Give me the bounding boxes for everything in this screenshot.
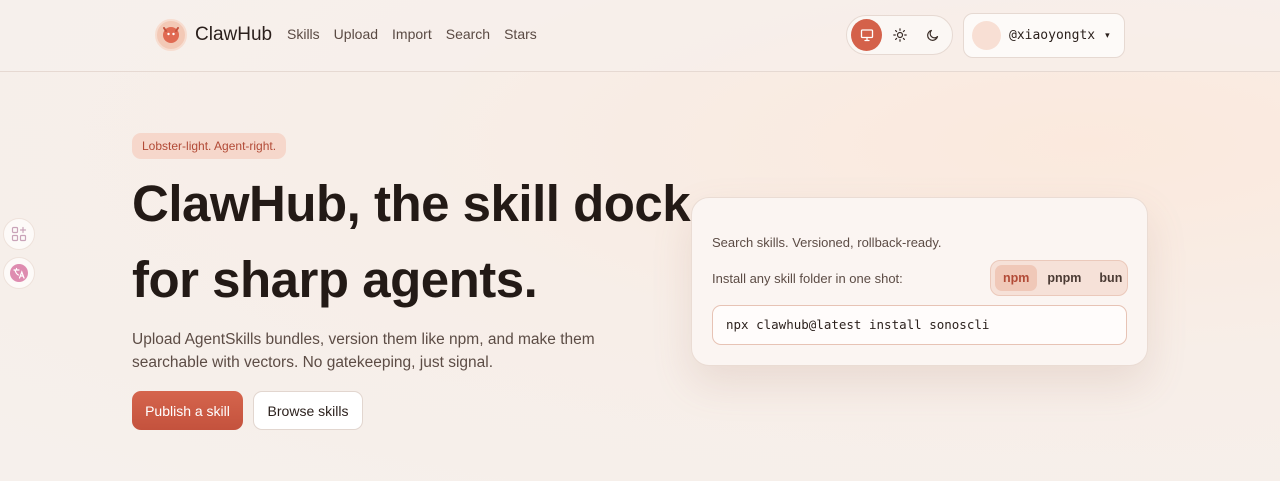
top-header: ClawHub Skills Upload Import Search Star… [0, 0, 1280, 72]
theme-dark-button[interactable] [917, 19, 948, 51]
brand-name: ClawHub [195, 24, 273, 45]
hero-title-line-2: for sharp agents. [132, 251, 538, 308]
side-translate-button[interactable] [3, 257, 35, 289]
install-command[interactable]: npx clawhub@latest install sonoscli [712, 305, 1127, 345]
theme-light-button[interactable] [884, 19, 915, 51]
nav-import[interactable]: Import [392, 26, 432, 42]
apps-sparkle-icon [11, 226, 27, 242]
nav-skills[interactable]: Skills [287, 26, 320, 42]
translate-icon [10, 264, 28, 282]
package-manager-tabs: npm pnpm bun [990, 260, 1128, 296]
hero-badge: Lobster-light. Agent-right. [132, 133, 287, 159]
brand-link[interactable]: ClawHub [155, 19, 272, 51]
monitor-icon [860, 29, 873, 42]
nav-search[interactable]: Search [446, 26, 490, 42]
theme-toggle [846, 15, 953, 55]
user-menu-button[interactable]: @xiaoyongtx ▾ [963, 13, 1125, 58]
nav-stars[interactable]: Stars [504, 26, 537, 42]
sun-icon [892, 28, 907, 42]
nav-upload[interactable]: Upload [334, 26, 378, 42]
hero-subtitle-line-2: searchable with vectors. No gatekeeping,… [132, 354, 494, 371]
side-apps-button[interactable] [3, 218, 35, 250]
publish-skill-button[interactable]: Publish a skill [132, 391, 243, 430]
browse-skills-button[interactable]: Browse skills [253, 391, 363, 430]
tab-npm[interactable]: npm [995, 265, 1038, 291]
lobster-logo-icon [155, 19, 187, 51]
install-label: Install any skill folder in one shot: [712, 271, 903, 286]
hero-title: ClawHub, the skill dock for sharp agents… [132, 166, 692, 318]
hero-subtitle: Upload AgentSkills bundles, version them… [132, 328, 612, 374]
hero-subtitle-line-1: Upload AgentSkills bundles, version them… [132, 331, 595, 348]
chevron-down-icon: ▾ [1105, 30, 1110, 40]
main-nav: Skills Upload Import Search Stars [287, 26, 537, 42]
username: @xiaoyongtx [1009, 28, 1096, 43]
card-tagline: Search skills. Versioned, rollback-ready… [712, 235, 942, 250]
tab-bun[interactable]: bun [1091, 265, 1130, 291]
moon-icon [926, 29, 938, 41]
tab-pnpm[interactable]: pnpm [1039, 265, 1089, 291]
theme-system-button[interactable] [851, 19, 882, 51]
install-card: Search skills. Versioned, rollback-ready… [691, 197, 1148, 366]
avatar [972, 21, 1001, 50]
hero-title-line-1: ClawHub, the skill dock [132, 175, 691, 232]
